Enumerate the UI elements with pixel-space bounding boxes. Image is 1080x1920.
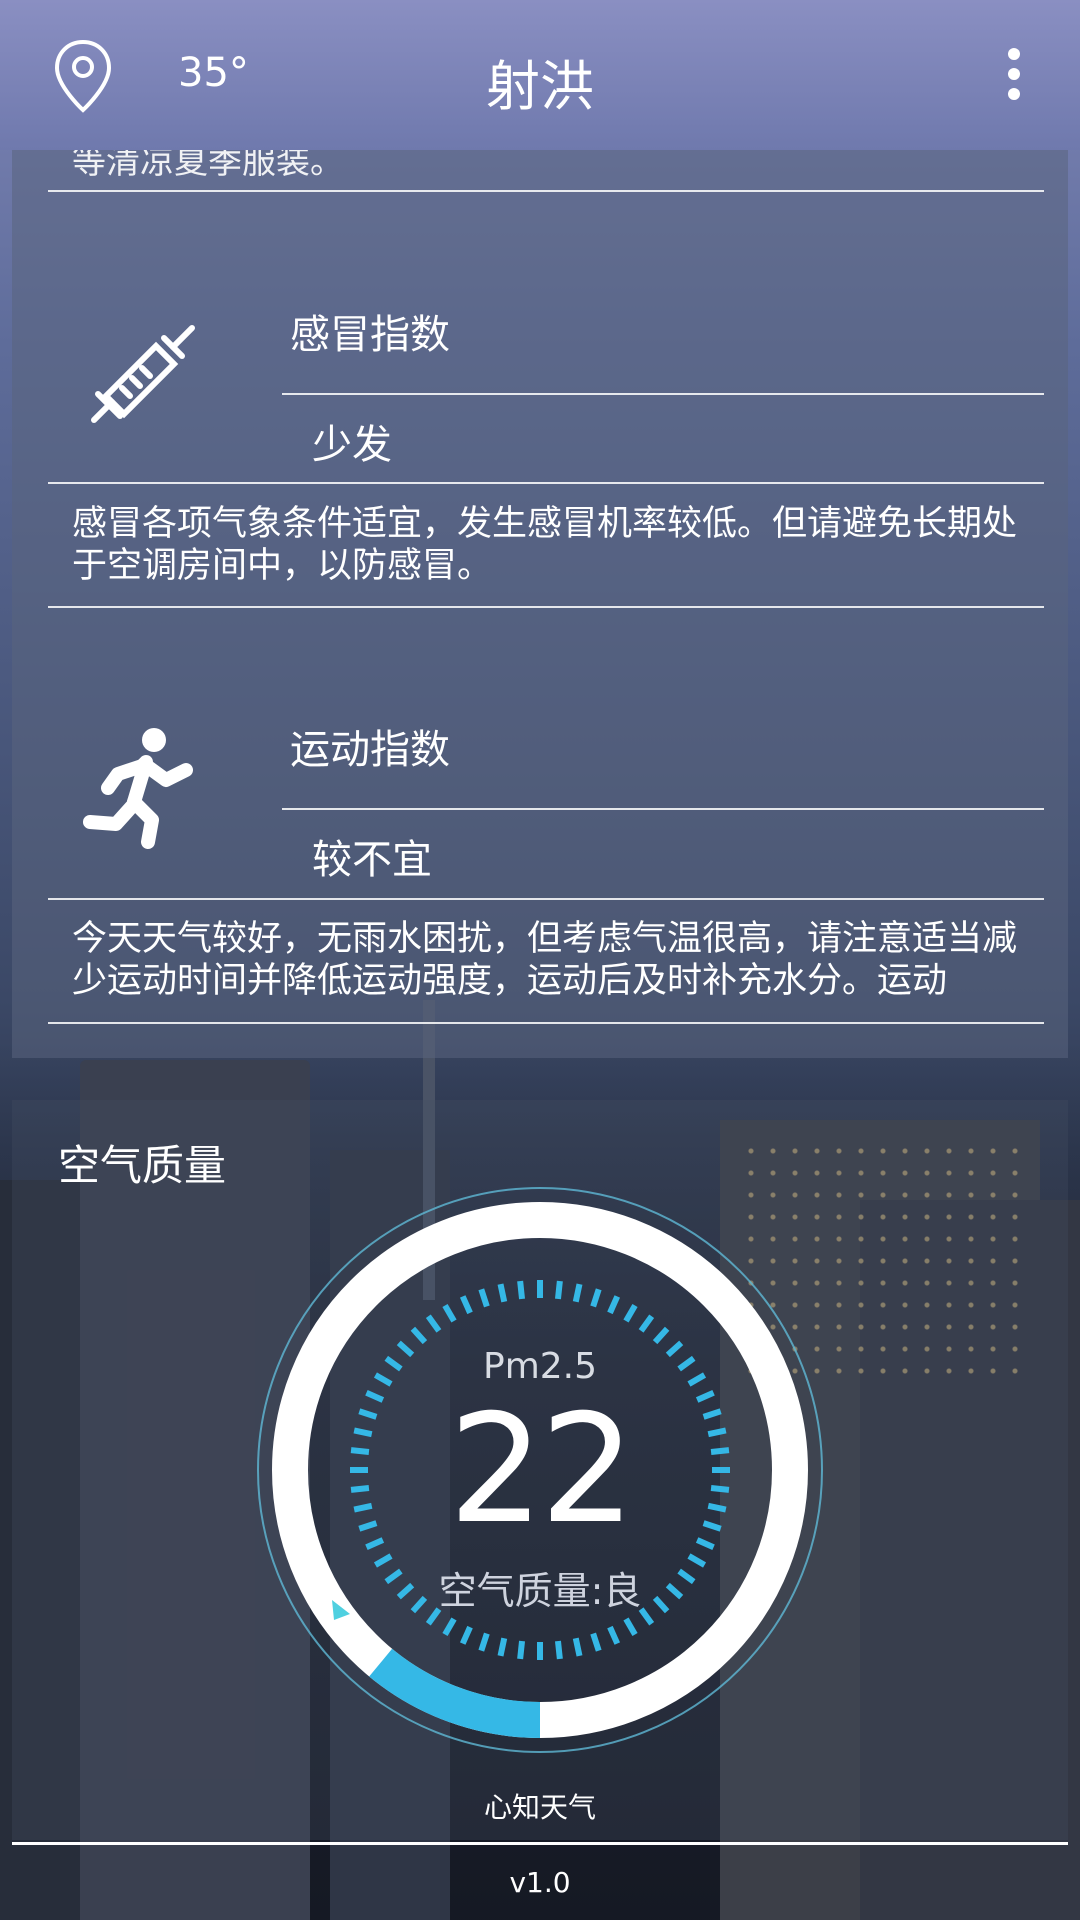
gauge-tick (623, 1303, 638, 1323)
top-bar: 35° 射洪 (0, 0, 1080, 150)
divider (48, 606, 1044, 608)
more-vertical-icon[interactable] (1000, 48, 1028, 104)
gauge-tick (590, 1632, 602, 1652)
gauge-tick (478, 1288, 490, 1308)
divider (48, 482, 1044, 484)
gauge-tick (572, 1283, 583, 1303)
gauge-tick (623, 1617, 638, 1637)
gauge-tick (442, 1617, 457, 1637)
air-quality-title: 空气质量 (58, 1141, 227, 1190)
gauge-tick (459, 1625, 473, 1645)
index-name: 运动指数 (290, 727, 450, 773)
menu-dot (1008, 68, 1020, 80)
index-name: 感冒指数 (290, 312, 450, 358)
syringe-icon (91, 325, 195, 423)
gauge-tick (478, 1632, 490, 1652)
gauge-tick (572, 1637, 583, 1657)
gauge-tick (517, 1640, 526, 1660)
divider (282, 808, 1044, 810)
pm-label: Pm2.5 (482, 1346, 598, 1387)
gauge-tick (638, 1314, 655, 1333)
gauge-tick (425, 1314, 442, 1333)
footer-divider (12, 1842, 1068, 1845)
divider (48, 1022, 1044, 1024)
divider (282, 393, 1044, 395)
previous-item-description: 等清凉夏季服装。 (72, 150, 344, 182)
index-description: 感冒各项气象条件适宜，发生感冒机率较低。但请避免长期处于空调房间中，以防感冒。 (72, 504, 1018, 586)
index-description: 今天天气较好，无雨水困扰，但考虑气温很高，请注意适当减少运动时间并降低运动强度，… (72, 919, 1018, 1001)
gauge-tick (517, 1280, 526, 1300)
gauge-tick (590, 1288, 602, 1308)
data-provider: 心知天气 (483, 1791, 596, 1824)
gauge-progress-arc (369, 1648, 541, 1738)
gauge-tick (442, 1303, 457, 1323)
menu-dot (1008, 48, 1020, 60)
app-version: v1.0 (509, 1866, 571, 1899)
gauge-tick (410, 1326, 428, 1345)
gauge-tick (607, 1625, 621, 1645)
divider (48, 190, 1044, 192)
pm-value: 22 (448, 1383, 636, 1557)
gauge-tick (554, 1640, 563, 1660)
city-name[interactable]: 射洪 (0, 42, 1080, 121)
running-person-icon (83, 728, 193, 849)
index-level: 较不宜 (312, 837, 432, 883)
gauge-tick (607, 1295, 621, 1315)
gauge-tick (497, 1283, 508, 1303)
divider (48, 898, 1044, 900)
weather-app: 35° 射洪 等清凉夏季服装。 感冒指数 少发 感冒各项气象条件适宜，发生感冒机… (0, 0, 1080, 1920)
gauge-tick (459, 1295, 473, 1315)
gauge-tick (497, 1637, 508, 1657)
gauge-tick (652, 1326, 670, 1345)
air-quality-status: 空气质量:良 (438, 1569, 642, 1613)
life-index-list[interactable]: 等清凉夏季服装。 感冒指数 少发 感冒各项气象条件适宜，发生感冒机率较低。但请避… (12, 150, 1068, 1058)
index-level: 少发 (312, 422, 392, 468)
menu-dot (1008, 88, 1020, 100)
gauge-tick (554, 1280, 563, 1300)
